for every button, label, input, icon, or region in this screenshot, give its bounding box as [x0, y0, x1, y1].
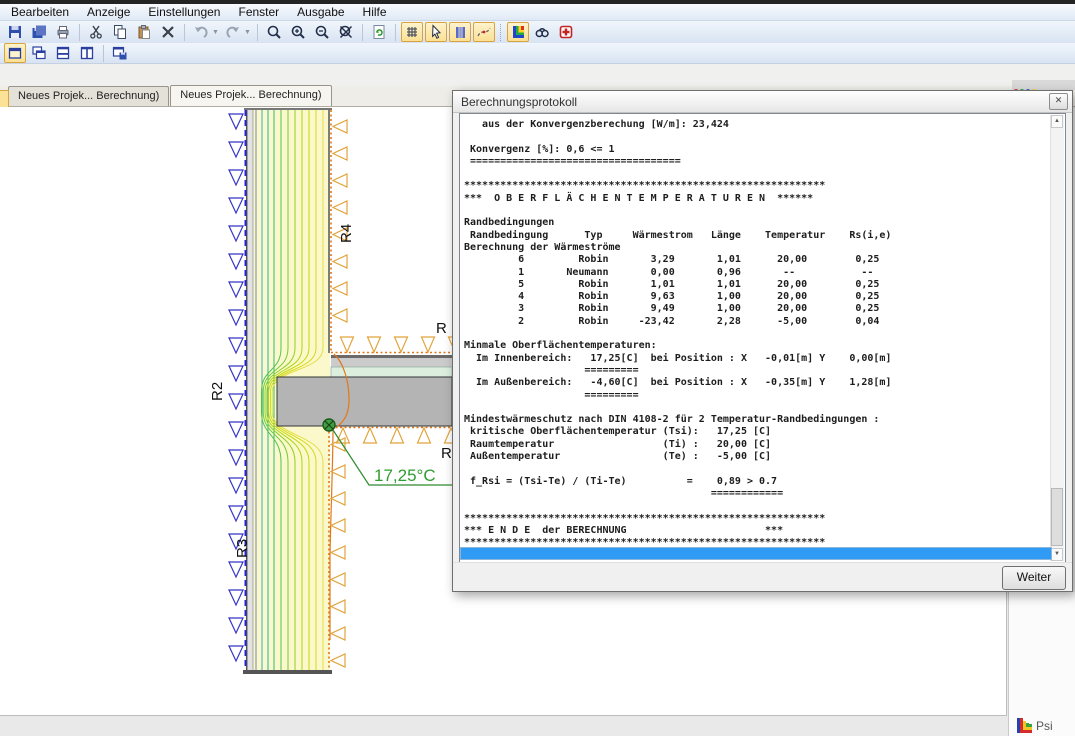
save-all-icon[interactable] [28, 22, 50, 42]
toolbar-separator [257, 24, 258, 41]
snap-cursor-icon[interactable] [425, 22, 447, 42]
toolbar-separator [103, 45, 104, 62]
measure-icon[interactable] [473, 22, 495, 42]
refresh-icon[interactable] [368, 22, 390, 42]
menu-anzeige[interactable]: Anzeige [78, 4, 139, 20]
menu-fenster[interactable]: Fenster [229, 4, 288, 20]
menu-ausgabe[interactable]: Ausgabe [288, 4, 353, 20]
tile-vertical-icon[interactable] [76, 43, 98, 63]
cascade-windows-icon[interactable] [28, 43, 50, 63]
document-tab-1[interactable]: Neues Projek... Berechnung) [8, 86, 169, 106]
protocol-text-area: aus der Konvergenzberechung [W/m]: 23,42… [459, 113, 1066, 563]
wall-top-edge [244, 108, 332, 110]
toolbar-separator [79, 24, 80, 41]
first-aid-icon[interactable] [555, 22, 577, 42]
boundary-label-r2: R2 [209, 382, 226, 401]
menu-bearbeiten[interactable]: Bearbeiten [2, 4, 78, 20]
dialog-title: Berechnungsprotokoll [461, 95, 577, 109]
delete-icon[interactable] [157, 22, 179, 42]
psi-label: Psi [1036, 719, 1053, 733]
toolbar-separator [395, 24, 396, 41]
boundary-label-r3: R3 [234, 539, 251, 558]
copy-icon[interactable] [109, 22, 131, 42]
window-new-icon[interactable] [4, 43, 26, 63]
floor-top-surface-triangles [341, 337, 462, 352]
psi-logo: Psi [1017, 718, 1053, 733]
redo-dropdown-icon[interactable]: ▼ [244, 29, 251, 36]
document-tab-2[interactable]: Neues Projek... Berechnung) [170, 85, 331, 106]
exterior-surface-triangles [229, 114, 243, 661]
toolbar-separator [500, 24, 502, 41]
undo-icon[interactable] [190, 22, 212, 42]
toolbar-separator [184, 24, 185, 41]
background-window-edge [1008, 592, 1075, 736]
min-temp-marker [323, 419, 335, 431]
toolbar-separator [362, 24, 363, 41]
toolbar-window [0, 43, 1075, 64]
progress-bar [460, 547, 1052, 560]
zoom-in-icon[interactable] [287, 22, 309, 42]
tile-horizontal-icon[interactable] [52, 43, 74, 63]
scroll-down-icon[interactable]: ▼ [1051, 548, 1063, 561]
boundary-label-floor-bottom: R [441, 445, 452, 462]
close-icon[interactable]: ✕ [1049, 93, 1068, 110]
toolbar-spacer [0, 64, 1075, 86]
undo-dropdown-icon[interactable]: ▼ [212, 29, 219, 36]
vertical-scrollbar[interactable]: ▲ ▼ [1050, 115, 1064, 561]
berechnungsprotokoll-dialog: Berechnungsprotokoll ✕ aus der Konvergen… [452, 90, 1073, 592]
concrete-slab [277, 377, 452, 426]
dialog-title-bar[interactable]: Berechnungsprotokoll ✕ [453, 91, 1072, 113]
boundary-label-floor-top: R [436, 320, 447, 337]
cut-icon[interactable] [85, 22, 107, 42]
wall-bottom-edge [243, 670, 332, 674]
redo-icon[interactable] [222, 22, 244, 42]
app-window: { "menu": {"items": ["Bearbeiten", "Anze… [0, 0, 1075, 736]
layers-icon[interactable] [449, 22, 471, 42]
paste-icon[interactable] [133, 22, 155, 42]
interior-surface-above-slab-triangles [333, 120, 347, 322]
zoom-off-icon[interactable] [335, 22, 357, 42]
weiter-button[interactable]: Weiter [1002, 566, 1066, 590]
save-icon[interactable] [4, 22, 26, 42]
insulation-layer [331, 367, 452, 377]
binoculars-icon[interactable] [531, 22, 553, 42]
screed-layer [331, 358, 452, 367]
screed-top-edge [331, 355, 452, 358]
boundary-label-r4: R4 [338, 224, 355, 243]
scrollbar-thumb[interactable] [1051, 488, 1063, 546]
psi-l-icon [1017, 718, 1032, 733]
menu-einstellungen[interactable]: Einstellungen [139, 4, 229, 20]
floor-bottom-surface-triangles [337, 428, 458, 443]
grid-icon[interactable] [401, 22, 423, 42]
min-temp-annotation: 17,25°C [374, 466, 436, 485]
toolbar-main: ▼▼ [0, 21, 1075, 43]
menu-hilfe[interactable]: Hilfe [354, 4, 396, 20]
isotherm-legend-icon[interactable] [507, 22, 529, 42]
zoom-out-icon[interactable] [311, 22, 333, 42]
protocol-text: aus der Konvergenzberechung [W/m]: 23,42… [464, 119, 1050, 560]
menu-bar: BearbeitenAnzeigeEinstellungenFensterAus… [0, 4, 1075, 21]
window-save-icon[interactable] [109, 43, 131, 63]
interior-surface-below-slab-triangles [331, 438, 345, 667]
scroll-up-icon[interactable]: ▲ [1051, 115, 1063, 128]
dialog-footer: Weiter [453, 562, 1072, 591]
background-window-fragment [1012, 80, 1075, 90]
zoom-icon[interactable] [263, 22, 285, 42]
print-icon[interactable] [52, 22, 74, 42]
